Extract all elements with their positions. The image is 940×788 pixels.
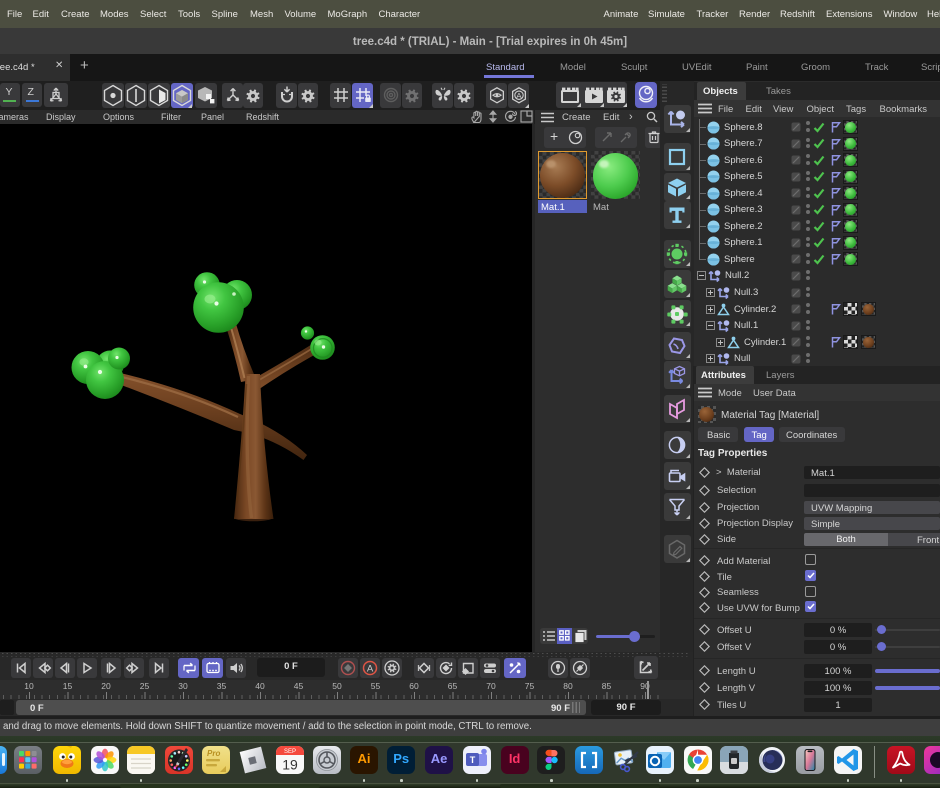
svg-text:A: A — [367, 663, 374, 674]
svg-text:19: 19 — [282, 757, 298, 773]
svg-text:SEP: SEP — [284, 749, 296, 755]
svg-text:A: A — [516, 91, 522, 100]
svg-text:T: T — [470, 755, 476, 765]
svg-text:Pro: Pro — [207, 749, 220, 758]
